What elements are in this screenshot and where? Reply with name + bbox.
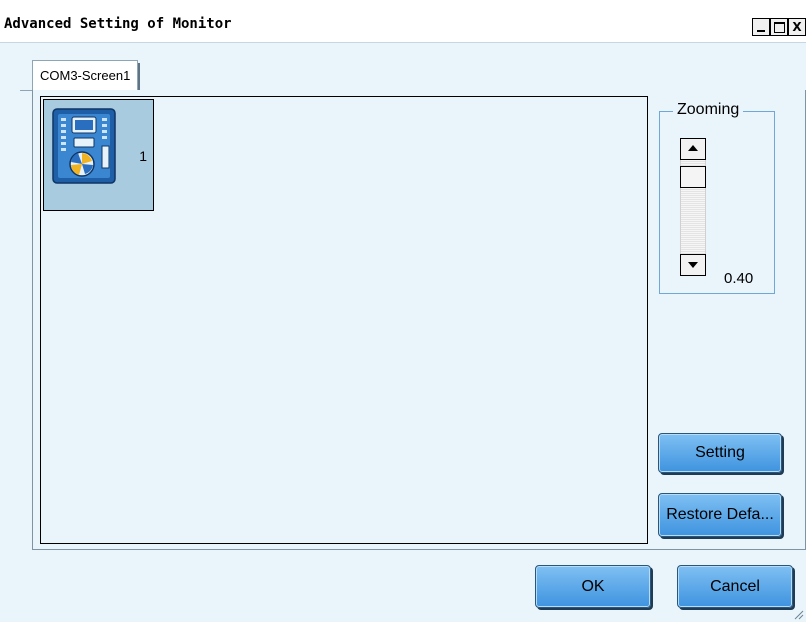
- window-title: Advanced Setting of Monitor: [4, 16, 232, 32]
- zooming-group: Zooming 0.40: [659, 101, 775, 294]
- maximize-button[interactable]: [770, 18, 788, 36]
- restore-defaults-button[interactable]: Restore Defa...: [658, 493, 782, 537]
- zooming-label: Zooming: [673, 101, 744, 119]
- screen-canvas[interactable]: 1: [40, 96, 648, 544]
- arrow-up-icon: [688, 145, 698, 151]
- tab-strip: COM3-Screen1: [20, 60, 806, 91]
- title-bar[interactable]: Advanced Setting of Monitor X: [0, 0, 806, 43]
- ok-button[interactable]: OK: [535, 565, 651, 608]
- tab-com3-screen1[interactable]: COM3-Screen1: [32, 60, 141, 91]
- arrow-down-icon: [688, 262, 698, 268]
- resize-grip-icon[interactable]: [792, 608, 804, 620]
- setting-button-label: Setting: [695, 444, 745, 461]
- close-button[interactable]: X: [788, 18, 806, 36]
- tile-number: 1: [139, 148, 147, 164]
- window-controls: X: [752, 18, 806, 36]
- minimize-button[interactable]: [752, 18, 770, 36]
- cancel-button[interactable]: Cancel: [677, 565, 793, 608]
- scroll-up-button[interactable]: [680, 138, 706, 160]
- zoom-scrollbar[interactable]: [680, 138, 706, 276]
- scroll-thumb[interactable]: [680, 166, 706, 188]
- ok-button-label: OK: [581, 578, 605, 595]
- advanced-monitor-dialog: Advanced Setting of Monitor X COM3-Scree…: [0, 0, 806, 622]
- setting-button[interactable]: Setting: [658, 433, 782, 473]
- receiving-card-tile[interactable]: 1: [43, 99, 154, 211]
- zoom-value: 0.40: [724, 270, 754, 287]
- scroll-down-button[interactable]: [680, 254, 706, 276]
- receiving-card-icon: [52, 108, 116, 184]
- cancel-button-label: Cancel: [710, 578, 760, 595]
- restore-defaults-label: Restore Defa...: [666, 506, 774, 523]
